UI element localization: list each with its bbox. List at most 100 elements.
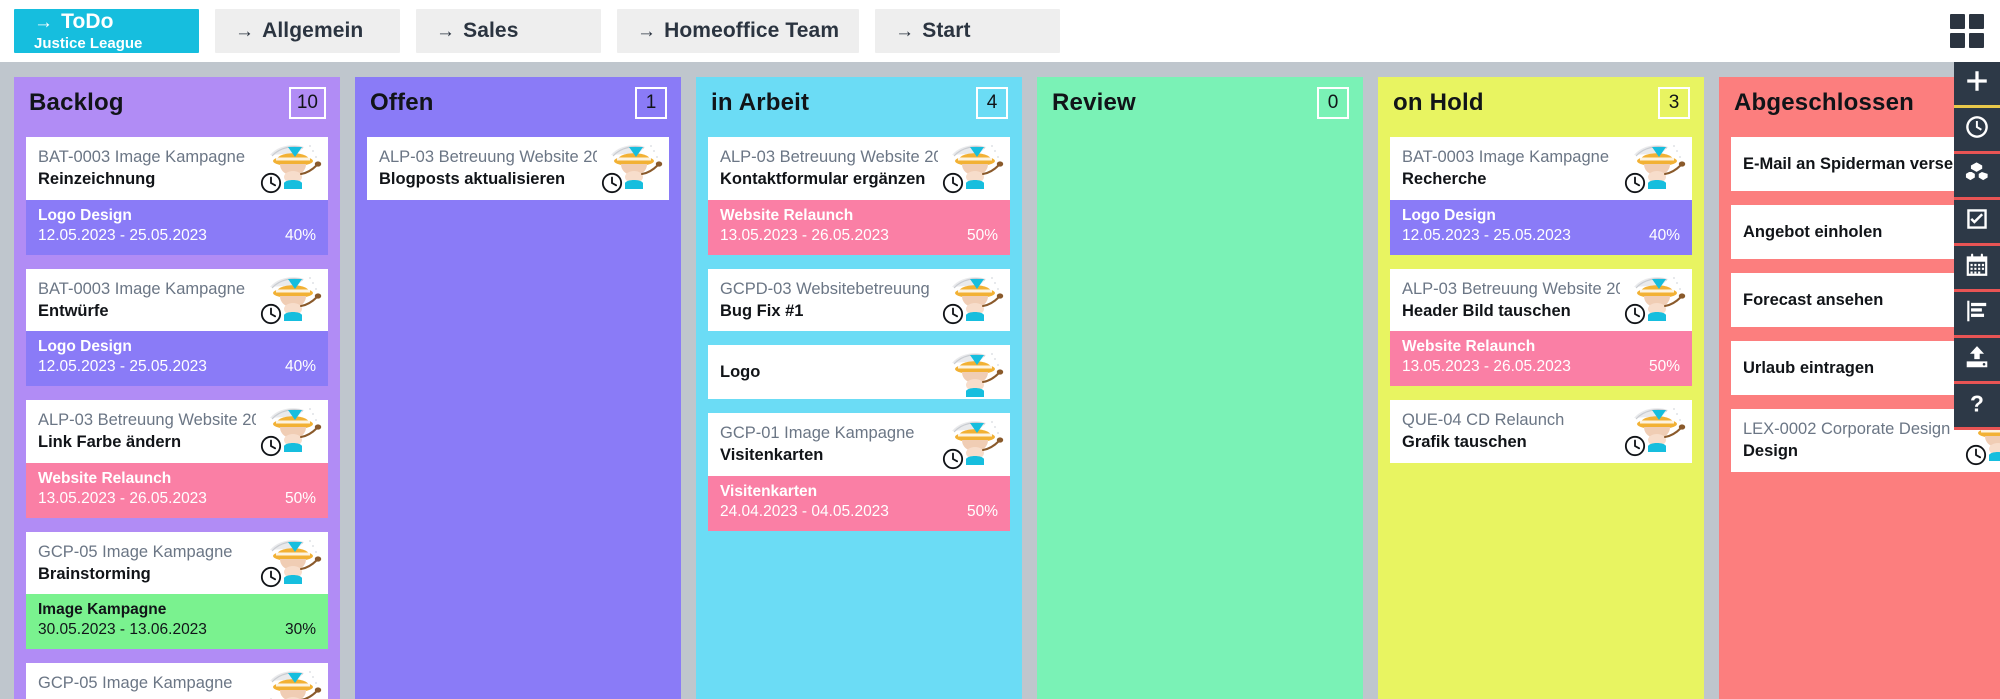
project-bar-dates: 13.05.2023 - 26.05.2023 (720, 226, 889, 244)
column-count-badge: 0 (1317, 87, 1349, 119)
task-card-body[interactable]: BAT-0003 Image Kampagne Recherche (1390, 137, 1692, 200)
project-bar-progress: 50% (966, 226, 998, 244)
blocks-icon (1964, 160, 1990, 191)
task-project-bar[interactable]: Logo Design 12.05.2023 - 25.05.2023 40% (26, 199, 328, 255)
project-bar-meta: 12.05.2023 - 25.05.2023 40% (38, 357, 316, 378)
rail-button-checkbox[interactable] (1954, 200, 2000, 246)
tab-homeoffice-team[interactable]: → Homeoffice Team (617, 9, 860, 53)
clock-icon (260, 303, 282, 325)
task-title: Urlaub eintragen (1743, 358, 1875, 377)
task-project-bar[interactable]: Website Relaunch 13.05.2023 - 26.05.2023 5… (1390, 331, 1692, 387)
grid-cell (1950, 33, 1965, 48)
task-card-body[interactable]: GCP-05 Image Kampagne Design (26, 663, 328, 699)
grid-view-button[interactable] (1950, 14, 1984, 48)
task-card[interactable]: ALP-03 Betreuung Website 2023 Blogposts a… (367, 137, 669, 200)
tab-label: → ToDo (34, 10, 179, 34)
task-project-bar[interactable]: Logo Design 12.05.2023 - 25.05.2023 40% (26, 331, 328, 387)
task-card[interactable]: QUE-04 CD Relaunch Grafik tauschen (1390, 400, 1692, 463)
task-project-bar[interactable]: Logo Design 12.05.2023 - 25.05.2023 40% (1390, 199, 1692, 255)
project-bar-dates: 30.05.2023 - 13.06.2023 (38, 621, 207, 639)
task-project-bar[interactable]: Website Relaunch 13.05.2023 - 26.05.2023 5… (26, 462, 328, 518)
rail-button-plus[interactable] (1954, 62, 2000, 108)
project-bar-meta: 13.05.2023 - 26.05.2023 50% (720, 226, 998, 247)
column-card-list (1037, 129, 1363, 699)
task-title: Design (38, 695, 256, 699)
task-project-label: GCP-01 Image Kampagne (720, 424, 915, 443)
project-bar-dates: 24.04.2023 - 04.05.2023 (720, 502, 889, 520)
task-card-body[interactable]: ALP-03 Betreuung Website 2023 Blogposts a… (367, 137, 669, 200)
kanban-column-backlog: Backlog 10 BAT-0003 Image Kampagne Reinzeic… (14, 77, 340, 699)
kanban-column-offen: Offen 1 ALP-03 Betreuung Website 2023 Blogp… (355, 77, 681, 699)
rail-button-blocks[interactable] (1954, 154, 2000, 200)
top-tab-bar: → ToDo Justice League → Allgemein → Sales → Home… (0, 0, 2000, 62)
task-card[interactable]: BAT-0003 Image Kampagne Reinzeichnung Log… (26, 137, 328, 255)
task-project-label: BAT-0003 Image Kampagne (1402, 148, 1609, 166)
tab-label-text: Homeoffice Team (664, 19, 840, 42)
task-card-body[interactable]: GCP-05 Image Kampagne Brainstorming (26, 532, 328, 595)
task-card[interactable]: ALP-03 Betreuung Website 2023 Link Farbe … (26, 400, 328, 518)
task-project-bar[interactable]: Image Kampagne 30.05.2023 - 13.06.2023 30% (26, 594, 328, 650)
column-header: Offen 1 (355, 77, 681, 129)
task-card[interactable]: GCP-01 Image Kampagne Visitenkarten Visit… (708, 413, 1010, 531)
rail-button-calendar[interactable] (1954, 246, 2000, 292)
tab-sales[interactable]: → Sales (416, 9, 601, 53)
task-project-label: BAT-0003 Image Kampagne (38, 148, 245, 166)
project-bar-name: Image Kampagne (38, 601, 167, 619)
task-title: Bug Fix #1 (720, 301, 804, 320)
task-card[interactable]: GCP-05 Image Kampagne Design (26, 663, 328, 699)
project-bar-dates: 13.05.2023 - 26.05.2023 (1402, 358, 1571, 376)
task-project-label: LEX-0002 Corporate Design (1743, 420, 1951, 438)
column-header: Backlog 10 (14, 77, 340, 129)
task-card-body[interactable]: BAT-0003 Image Kampagne Entwürfe (26, 269, 328, 332)
right-icon-rail: ? (1954, 62, 2000, 430)
task-title: Forecast ansehen (1743, 290, 1884, 309)
task-card[interactable]: ALP-03 Betreuung Website 2023 Kontaktform… (708, 137, 1010, 255)
tab-label-text: ToDo (61, 10, 114, 33)
task-project-label: ALP-03 Betreuung Website 2023 (379, 148, 597, 166)
tab-label: → Start (895, 19, 1040, 43)
project-bar-name: Website Relaunch (38, 469, 172, 487)
help-icon: ? (1964, 390, 1990, 421)
project-bar-dates: 12.05.2023 - 25.05.2023 (38, 358, 207, 376)
task-card[interactable]: ALP-03 Betreuung Website 2023 Header Bild… (1390, 268, 1692, 387)
task-project-label: GCPD-03 Websitebetreuung (720, 279, 930, 298)
task-project-label: ALP-03 Betreuung Website 2023 (38, 411, 256, 430)
task-card[interactable]: BAT-0003 Image Kampagne Entwürfe Logo Des… (26, 268, 328, 387)
task-card-body[interactable]: ALP-03 Betreuung Website 2023 Link Farbe … (26, 400, 328, 463)
rail-button-report[interactable] (1954, 292, 2000, 338)
tab-allgemein[interactable]: → Allgemein (215, 9, 400, 53)
kanban-board: Backlog 10 BAT-0003 Image Kampagne Reinzeic… (0, 62, 2000, 699)
project-bar-dates: 12.05.2023 - 25.05.2023 (38, 226, 207, 244)
task-card[interactable]: GCPD-03 Websitebetreuung Bug Fix #1 (708, 268, 1010, 332)
grid-cell (1969, 33, 1984, 48)
clock-icon (1964, 114, 1990, 145)
task-project-bar[interactable]: Visitenkarten 24.04.2023 - 04.05.2023 50% (708, 475, 1010, 531)
task-title: E-Mail an Spiderman versenden (1743, 154, 1961, 173)
project-bar-progress: 40% (284, 226, 316, 244)
task-card[interactable]: GCP-05 Image Kampagne Brainstorming Image… (26, 531, 328, 650)
assignee-avatar (264, 667, 322, 699)
task-title: Reinzeichnung (38, 170, 156, 189)
clock-icon (1624, 303, 1646, 325)
task-card-body[interactable]: BAT-0003 Image Kampagne Reinzeichnung (26, 137, 328, 200)
rail-button-upload[interactable] (1954, 338, 2000, 384)
rail-button-help[interactable]: ? (1954, 384, 2000, 430)
tab-start[interactable]: → Start (875, 9, 1061, 53)
task-card-body[interactable]: Logo (708, 345, 1010, 399)
task-card-body[interactable]: ALP-03 Betreuung Website 2023 Header Bild… (1390, 269, 1692, 332)
project-bar-name: Website Relaunch (1402, 338, 1536, 356)
task-card-body[interactable]: QUE-04 CD Relaunch Grafik tauschen (1390, 400, 1692, 463)
svg-text:?: ? (1970, 391, 1984, 416)
task-card[interactable]: BAT-0003 Image Kampagne Recherche Logo De… (1390, 137, 1692, 255)
task-card[interactable]: Logo (708, 345, 1010, 400)
task-project-bar[interactable]: Website Relaunch 13.05.2023 - 26.05.2023 5… (708, 199, 1010, 255)
tab-todo[interactable]: → ToDo Justice League (14, 9, 199, 53)
task-card-body[interactable]: GCP-01 Image Kampagne Visitenkarten (708, 413, 1010, 476)
report-icon (1964, 298, 1990, 329)
task-card-body[interactable]: ALP-03 Betreuung Website 2023 Kontaktform… (708, 137, 1010, 200)
task-card-body[interactable]: GCPD-03 Websitebetreuung Bug Fix #1 (708, 269, 1010, 332)
column-header: on Hold 3 (1378, 77, 1704, 129)
rail-button-clock[interactable] (1954, 108, 2000, 154)
task-project-label: GCP-05 Image Kampagne (38, 674, 233, 693)
column-title: in Arbeit (711, 89, 810, 116)
